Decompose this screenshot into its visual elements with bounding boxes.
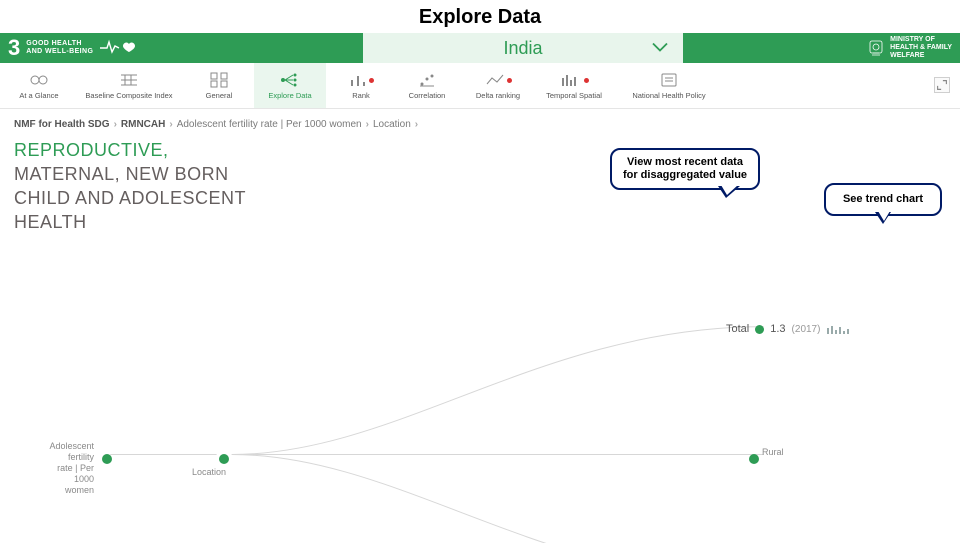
root-node-label: Adolescent fertility rate | Per 1000 wom… xyxy=(14,441,94,496)
tree-diagram: Adolescent fertility rate | Per 1000 wom… xyxy=(14,189,946,543)
breadcrumb-level3[interactable]: Location xyxy=(373,119,411,130)
breadcrumb-level1[interactable]: RMNCAH xyxy=(121,119,165,130)
sdg3-badge: 3 GOOD HEALTHAND WELL-BEING xyxy=(0,33,151,63)
indicator-dot-icon xyxy=(369,78,374,83)
mid-node-label: Location xyxy=(179,467,239,478)
chevron-right-icon: › xyxy=(415,119,418,130)
leaf-rural-node[interactable] xyxy=(749,454,759,464)
indicator-dot-icon xyxy=(507,78,512,83)
glance-icon xyxy=(29,71,49,89)
country-label: India xyxy=(503,38,542,59)
policy-icon xyxy=(659,71,679,89)
breadcrumb: NMF for Health SDG › RMNCAH › Adolescent… xyxy=(14,119,946,130)
tab-delta-ranking[interactable]: Delta ranking xyxy=(462,63,534,108)
slide-title: Explore Data xyxy=(0,0,960,33)
rank-icon xyxy=(349,71,374,89)
leaf-total-value: 1.3 xyxy=(770,323,785,335)
country-dropdown[interactable]: India xyxy=(363,33,683,63)
resize-button[interactable] xyxy=(934,77,950,93)
tab-baseline-composite[interactable]: Baseline Composite Index xyxy=(74,63,184,108)
tab-at-a-glance[interactable]: At a Glance xyxy=(8,63,70,108)
emblem-icon xyxy=(867,37,885,59)
root-node[interactable] xyxy=(102,454,112,464)
tab-correlation[interactable]: Correlation xyxy=(396,63,458,108)
mid-node[interactable] xyxy=(219,454,229,464)
header-bar: 3 GOOD HEALTHAND WELL-BEING India MINIST… xyxy=(0,33,960,63)
tab-temporal-spatial[interactable]: Temporal Spatial xyxy=(538,63,610,108)
dot-icon xyxy=(755,325,764,334)
leaf-total-label: Total xyxy=(726,323,749,335)
breadcrumb-root[interactable]: NMF for Health SDG xyxy=(14,119,110,130)
leaf-total[interactable]: Total 1.3 (2017) xyxy=(726,322,852,336)
leaf-total-year: (2017) xyxy=(792,324,821,335)
tab-explore-data[interactable]: Explore Data xyxy=(254,63,326,108)
ecg-heart-icon xyxy=(99,36,143,61)
leaf-rural-label: Rural xyxy=(762,447,812,458)
grid-icon xyxy=(210,71,228,89)
content-area: NMF for Health SDG › RMNCAH › Adolescent… xyxy=(0,109,960,543)
table-icon xyxy=(119,71,139,89)
tab-rank[interactable]: Rank xyxy=(330,63,392,108)
sdg-caption: GOOD HEALTHAND WELL-BEING xyxy=(26,40,93,56)
chevron-right-icon: › xyxy=(114,119,117,130)
tab-bar: At a Glance Baseline Composite Index Gen… xyxy=(0,63,960,109)
callout-recent-data: View most recent data for disaggregated … xyxy=(610,148,760,190)
scatter-icon xyxy=(418,71,436,89)
chevron-right-icon: › xyxy=(169,119,172,130)
chevron-right-icon: › xyxy=(366,119,369,130)
sdg-number: 3 xyxy=(8,35,20,61)
sparkline-icon[interactable] xyxy=(826,322,852,336)
callout-trend-chart: See trend chart xyxy=(824,183,942,216)
chevron-down-icon xyxy=(651,38,669,59)
tree-icon xyxy=(279,71,301,89)
tab-national-health-policy[interactable]: National Health Policy xyxy=(614,63,724,108)
tab-general[interactable]: General xyxy=(188,63,250,108)
breadcrumb-level2[interactable]: Adolescent fertility rate | Per 1000 wom… xyxy=(177,119,362,130)
delta-icon xyxy=(485,71,512,89)
ministry-badge: MINISTRY OF HEALTH & FAMILY WELFARE xyxy=(867,33,960,63)
bars-icon xyxy=(560,71,589,89)
indicator-dot-icon xyxy=(584,78,589,83)
